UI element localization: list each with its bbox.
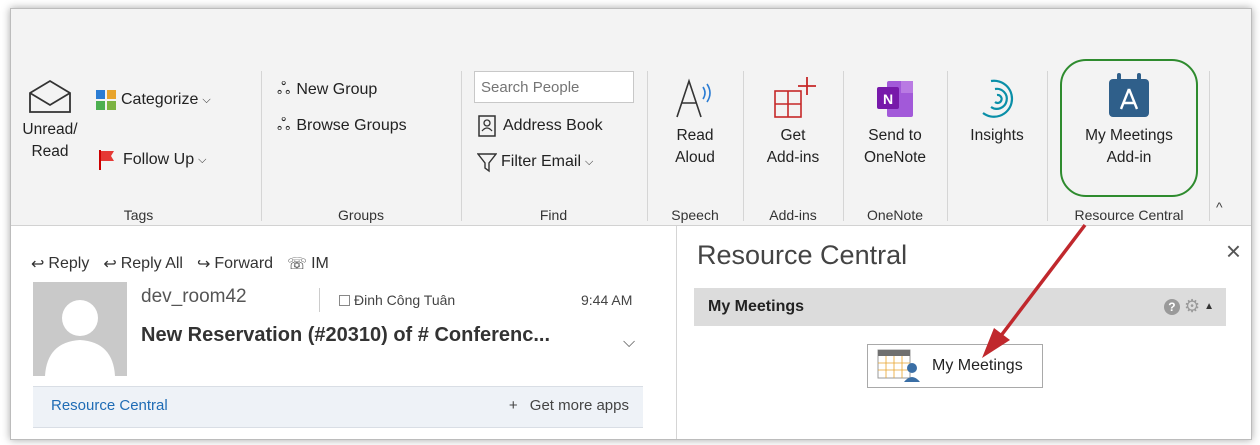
address-book-icon [478,115,496,137]
groups-group-label: Groups [338,207,384,223]
meetings-calendar-icon [877,349,920,382]
chevron-down-icon: ⌵ [198,153,207,166]
recipient[interactable]: Đinh Công Tuân [339,292,455,308]
read-aloud-icon [676,78,711,118]
get-addins-button[interactable]: Get Add-ins [758,75,828,169]
filter-email-label: Filter Email [501,153,582,170]
get-more-apps-label: Get more apps [529,397,629,414]
new-group-label: New Group [296,81,378,98]
section-header: My Meetings ? ⚙ ▲ [694,288,1226,326]
reading-pane: ↩ Reply ↩ Reply All ↪ Forward ☏ IM dev_r… [11,226,677,439]
caret-up-icon[interactable]: ▲ [1204,301,1214,312]
new-group-button[interactable]: ஃ New Group [277,79,377,101]
unread-read-button[interactable]: Unread/ Read [15,79,85,163]
insights-button[interactable]: Insights [959,75,1035,147]
close-icon[interactable]: × [1226,236,1241,267]
filter-email-button[interactable]: Filter Email ⌵ [477,151,593,173]
group-speech: Read Aloud Speech [647,67,743,225]
group-insights: Insights [947,67,1047,225]
highlight-annotation [1060,59,1198,197]
avatar [33,282,127,376]
group-groups: ஃ New Group ஃ Browse Groups Groups [261,67,461,225]
read-aloud-label: Read Aloud [675,127,715,166]
chevron-down-icon: ⌵ [202,93,211,106]
categorize-label: Categorize [121,91,199,108]
plus-icon: + [508,397,518,414]
recipient-name: Đinh Công Tuân [354,292,456,308]
person-icon [45,300,115,376]
addins-group-label: Add-ins [769,207,817,223]
filter-icon [477,153,497,173]
address-book-label: Address Book [503,117,603,134]
speech-group-label: Speech [671,207,719,223]
help-icon[interactable]: ? [1163,298,1180,315]
sender-name[interactable]: dev_room42 [141,286,247,308]
reply-all-button[interactable]: ↩ Reply All [103,254,183,274]
ribbon: Unread/ Read Categorize ⌵ Follow Up ⌵ Ta… [11,9,1251,226]
browse-groups-label: Browse Groups [296,117,407,134]
browse-groups-button[interactable]: ஃ Browse Groups [277,115,407,137]
group-find: Address Book Filter Email ⌵ Find [461,67,646,225]
read-aloud-button[interactable]: Read Aloud [660,75,730,169]
get-addins-icon [774,77,816,118]
insights-icon [982,79,1014,118]
my-meetings-tile[interactable]: My Meetings [867,344,1043,388]
collapse-ribbon-icon[interactable]: ^ [1216,199,1223,215]
categorize-icon [96,90,116,110]
find-group-label: Find [539,207,568,223]
divider [319,288,320,312]
divider [1209,71,1210,221]
onenote-group-label: OneNote [866,207,924,223]
reply-all-icon: ↩ [103,256,117,273]
reply-button[interactable]: ↩ Reply [31,254,89,274]
recipient-checkbox-icon [339,294,350,306]
forward-label: Forward [214,255,274,272]
resource-central-group-label: Resource Central [1074,207,1184,223]
onenote-icon: N [877,81,913,117]
im-button[interactable]: ☏ IM [287,254,329,274]
envelope-icon [29,79,71,113]
addin-bar: Resource Central + Get more apps [33,386,643,428]
group-addins: Get Add-ins Add-ins [743,67,843,225]
follow-up-button[interactable]: Follow Up ⌵ [97,149,206,171]
tags-group-label: Tags [123,207,154,223]
pane-title: Resource Central [697,240,908,270]
categorize-button[interactable]: Categorize ⌵ [95,89,211,111]
message-time: 9:44 AM [581,292,633,308]
addin-link-resource-central[interactable]: Resource Central [51,397,168,414]
svg-text:N: N [883,91,893,107]
section-controls: ? ⚙ ▲ [1163,296,1214,317]
send-to-onenote-label: Send to OneNote [863,127,927,166]
insights-label: Insights [970,127,1024,144]
my-meetings-tile-label: My Meetings [932,357,1023,374]
get-more-apps-button[interactable]: + Get more apps [509,397,629,414]
im-label: IM [311,255,329,272]
address-book-button[interactable]: Address Book [477,115,603,137]
people-group-icon: ஃ [277,79,291,98]
outlook-window: Unread/ Read Categorize ⌵ Follow Up ⌵ Ta… [10,8,1252,440]
reply-label: Reply [48,255,90,272]
follow-up-label: Follow Up [123,151,195,168]
im-icon: ☏ [287,256,308,273]
reply-icon: ↩ [31,256,45,273]
reply-all-label: Reply All [120,255,183,272]
message-subject: New Reservation (#20310) of # Conferenc.… [141,324,551,346]
unread-read-label: Unread/ Read [22,121,78,160]
flag-icon [99,150,114,170]
group-onenote: N Send to OneNote OneNote [843,67,947,225]
chevron-down-icon: ⌵ [585,155,594,168]
send-to-onenote-button[interactable]: N Send to OneNote [855,75,935,169]
resource-central-pane: Resource Central × My Meetings ? ⚙ ▲ My … [677,226,1251,439]
section-title: My Meetings [708,298,805,315]
forward-icon: ↪ [196,256,211,273]
group-tags: Unread/ Read Categorize ⌵ Follow Up ⌵ Ta… [11,67,266,225]
people-group-icon: ஃ [277,115,291,134]
get-addins-label: Get Add-ins [766,127,820,166]
chevron-down-icon[interactable]: ⌵ [623,334,635,352]
gear-icon[interactable]: ⚙ [1184,296,1200,317]
message-actions: ↩ Reply ↩ Reply All ↪ Forward ☏ IM [31,254,329,274]
forward-button[interactable]: ↪ Forward [197,254,273,274]
